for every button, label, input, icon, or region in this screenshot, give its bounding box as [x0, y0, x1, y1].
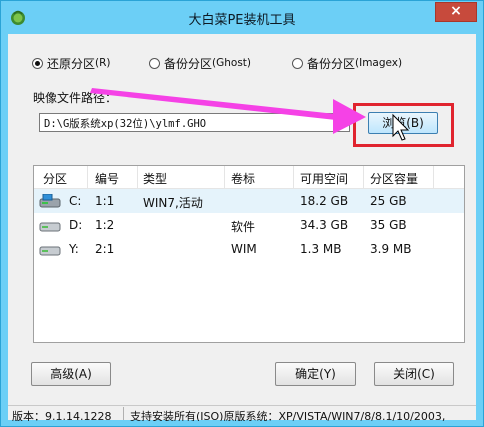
mouse-cursor-icon: [392, 113, 410, 141]
